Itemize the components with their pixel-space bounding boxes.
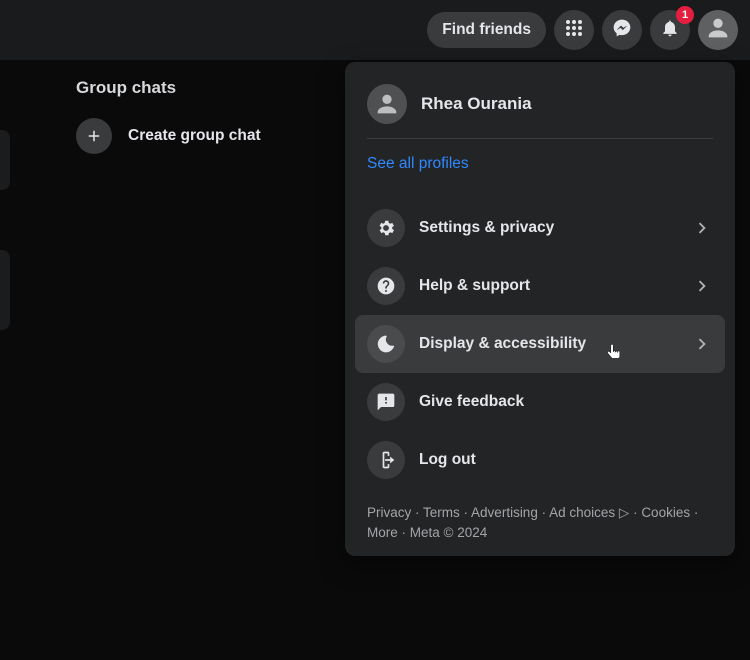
footer-advertising[interactable]: Advertising — [471, 505, 538, 520]
footer-cookies[interactable]: Cookies — [641, 505, 690, 520]
moon-icon — [367, 325, 405, 363]
messenger-button[interactable] — [602, 10, 642, 50]
footer-copyright: Meta © 2024 — [410, 525, 488, 540]
create-group-chat-button[interactable]: Create group chat — [76, 118, 335, 154]
menu-label: Display & accessibility — [419, 335, 677, 353]
menu-label: Help & support — [419, 277, 677, 295]
ad-choices-icon: ▷ — [619, 505, 629, 520]
grid-icon — [564, 18, 584, 43]
find-friends-button[interactable]: Find friends — [427, 12, 546, 48]
feedback-icon — [367, 383, 405, 421]
menu-item-settings[interactable]: Settings & privacy — [355, 199, 725, 257]
menu-item-help[interactable]: Help & support — [355, 257, 725, 315]
group-chats-heading: Group chats — [76, 78, 335, 98]
avatar-icon — [704, 14, 732, 47]
chevron-right-icon — [691, 217, 713, 239]
menu-grid-button[interactable] — [554, 10, 594, 50]
footer-links: Privacy · Terms · Advertising · Ad choic… — [345, 493, 735, 542]
logout-icon — [367, 441, 405, 479]
create-group-chat-label: Create group chat — [128, 127, 261, 145]
chevron-right-icon — [691, 333, 713, 355]
avatar-icon — [367, 84, 407, 124]
menu-label: Give feedback — [419, 393, 713, 411]
footer-more[interactable]: More — [367, 525, 398, 540]
account-menu-button[interactable] — [698, 10, 738, 50]
menu-item-feedback[interactable]: Give feedback — [355, 373, 725, 431]
help-icon — [367, 267, 405, 305]
left-edge-panels — [0, 60, 10, 390]
sidebar: Group chats Create group chat — [0, 60, 345, 560]
gear-icon — [367, 209, 405, 247]
menu-list: Settings & privacy Help & support Displa… — [345, 195, 735, 493]
plus-icon — [76, 118, 112, 154]
footer-terms[interactable]: Terms — [423, 505, 460, 520]
menu-item-logout[interactable]: Log out — [355, 431, 725, 489]
account-dropdown: Rhea Ourania See all profiles Settings &… — [345, 62, 735, 556]
profile-row[interactable]: Rhea Ourania — [345, 72, 735, 138]
messenger-icon — [612, 18, 632, 43]
profile-name: Rhea Ourania — [421, 94, 532, 114]
footer-ad-choices[interactable]: Ad choices — [549, 505, 615, 520]
notification-badge: 1 — [676, 6, 694, 24]
footer-privacy[interactable]: Privacy — [367, 505, 411, 520]
chevron-right-icon — [691, 275, 713, 297]
menu-item-display[interactable]: Display & accessibility — [355, 315, 725, 373]
bell-icon — [660, 18, 680, 43]
menu-label: Settings & privacy — [419, 219, 677, 237]
see-all-profiles-link[interactable]: See all profiles — [345, 139, 735, 195]
topbar: Find friends 1 — [0, 0, 750, 60]
notifications-button[interactable]: 1 — [650, 10, 690, 50]
menu-label: Log out — [419, 451, 713, 469]
